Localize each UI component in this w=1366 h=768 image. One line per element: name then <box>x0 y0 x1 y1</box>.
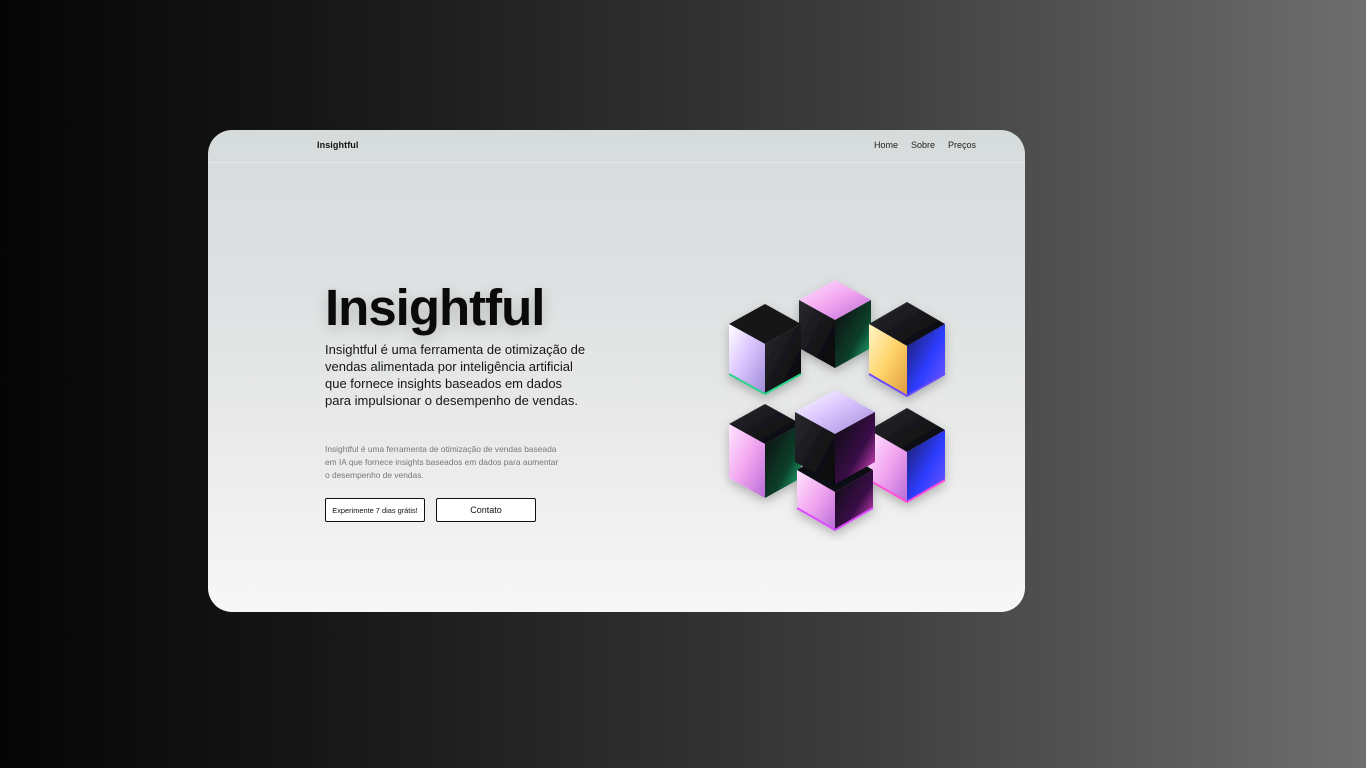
cube-cluster-illustration <box>728 280 946 532</box>
nav-link-home[interactable]: Home <box>874 140 898 150</box>
nav-link-sobre[interactable]: Sobre <box>911 140 935 150</box>
top-navbar: Insightful Home Sobre Preços <box>208 130 1025 163</box>
hero-lead-text: Insightful é uma ferramenta de otimizaçã… <box>325 342 586 408</box>
free-trial-button[interactable]: Experimente 7 dias grátis! <box>325 498 425 522</box>
landing-card: Insightful Home Sobre Preços Insightful … <box>208 130 1025 612</box>
nav-link-precos[interactable]: Preços <box>948 140 976 150</box>
brand-logo[interactable]: Insightful <box>317 140 359 150</box>
contact-button[interactable]: Contato <box>436 498 536 522</box>
nav-links: Home Sobre Preços <box>874 140 976 150</box>
hero-description: Insightful é uma ferramenta de otimizaçã… <box>325 444 559 480</box>
hero-title: Insightful <box>325 279 545 336</box>
